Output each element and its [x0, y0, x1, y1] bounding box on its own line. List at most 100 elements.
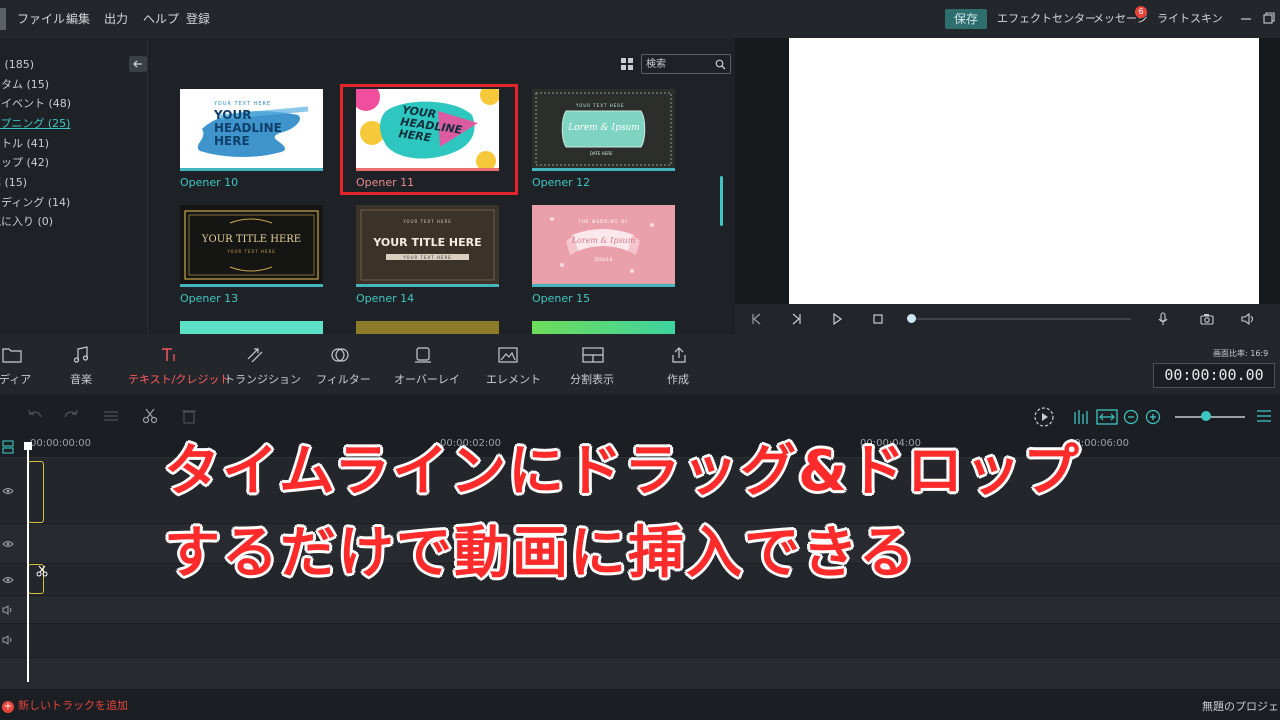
eye-icon[interactable]	[2, 486, 14, 496]
add-track-button[interactable]: + 新しいトラックを追加	[2, 697, 128, 713]
zoom-out-icon[interactable]	[1123, 409, 1139, 425]
selected-highlight-box	[340, 84, 518, 195]
opener-18-thumbnail[interactable]	[532, 321, 675, 334]
speaker-icon[interactable]	[2, 635, 14, 645]
tool-text-credits[interactable]: テキスト/クレジット	[126, 334, 230, 394]
scissors-icon[interactable]	[36, 565, 48, 577]
play-icon[interactable]	[830, 312, 844, 326]
opener-13-label[interactable]: Opener 13	[180, 292, 238, 305]
scissors-icon[interactable]	[142, 408, 158, 424]
speaker-icon[interactable]	[2, 605, 14, 615]
track-manager-icon[interactable]	[2, 440, 14, 454]
timeline-clip[interactable]	[28, 461, 44, 523]
category-subtitles[interactable]: 幕 (15)	[0, 174, 27, 190]
filter-icon	[331, 348, 349, 362]
search-box[interactable]	[641, 54, 731, 74]
text-icon	[162, 348, 175, 361]
title-library: て (185) スタム (15) 別イベント (48) ープニング (25) イ…	[0, 38, 735, 334]
effect-center-link[interactable]: エフェクトセンター	[997, 0, 1096, 38]
collapse-button[interactable]	[129, 56, 147, 72]
tool-create-label: 作成	[667, 373, 689, 386]
opener-15-label[interactable]: Opener 15	[532, 292, 590, 305]
tool-create[interactable]: 作成	[664, 334, 700, 394]
messages-badge: 6	[1135, 6, 1147, 18]
opener-13-underline	[180, 284, 323, 287]
trash-icon[interactable]	[181, 408, 197, 424]
tool-filters[interactable]: フィルター	[314, 334, 371, 394]
opener-12-sub-text: DATE HERE	[590, 151, 613, 156]
step-frame-icon[interactable]	[790, 312, 804, 326]
opener-15-headline: Lorem & Ipsum	[571, 236, 636, 245]
category-events[interactable]: 別イベント (48)	[0, 95, 71, 111]
volume-icon[interactable]	[1241, 312, 1255, 326]
plus-icon: +	[2, 701, 14, 713]
tool-transitions[interactable]: トランジション	[222, 334, 301, 394]
menu-export[interactable]: 出力	[104, 0, 128, 38]
search-input[interactable]	[646, 57, 710, 71]
playback-controls	[735, 304, 1280, 334]
menu-edit[interactable]: 編集	[66, 0, 90, 38]
menu-help[interactable]: ヘルプ	[143, 0, 179, 38]
empty-track-area[interactable]	[0, 658, 1280, 690]
zoom-slider-knob[interactable]	[1201, 411, 1211, 421]
adjust-icon[interactable]	[102, 408, 120, 424]
opener-10-thumbnail[interactable]: YOUR TEXT HERE YOUR HEADLINE HERE	[180, 89, 323, 171]
opener-16-thumbnail[interactable]	[180, 321, 323, 334]
audio-track-1[interactable]	[0, 596, 1280, 624]
minimize-icon[interactable]	[1240, 12, 1252, 24]
opener-12-thumbnail[interactable]: YOUR TEXT HERE Lorem & Ipsum DATE HERE	[532, 89, 675, 171]
opener-14-label[interactable]: Opener 14	[356, 292, 414, 305]
tool-media[interactable]: メディア	[0, 334, 40, 394]
tool-elements[interactable]: エレメント	[486, 334, 541, 394]
render-preview-icon[interactable]	[1033, 406, 1055, 428]
opener-14-thumbnail[interactable]: YOUR TEXT HERE YOUR TITLE HERE YOUR TEXT…	[356, 205, 499, 287]
playback-progress-track[interactable]	[911, 318, 1131, 320]
eye-icon[interactable]	[2, 575, 14, 585]
stop-icon[interactable]	[871, 312, 885, 326]
skip-back-icon[interactable]	[749, 312, 763, 326]
main-toolbar: メディア 音楽 テキスト/クレジット トランジション フィルター オーバーレイ …	[0, 334, 1280, 394]
light-skin-toggle[interactable]: ライトスキン	[1157, 0, 1223, 38]
category-titles[interactable]: イトル (41)	[0, 135, 49, 151]
playhead[interactable]	[27, 446, 29, 682]
undo-icon[interactable]	[26, 408, 44, 424]
category-ending[interactable]: ンディング (14)	[0, 194, 70, 210]
opener-13-thumbnail[interactable]: YOUR TITLE HERE YOUR TEXT HERE	[180, 205, 323, 287]
fit-timeline-icon[interactable]	[1096, 408, 1118, 426]
arrow-left-icon	[133, 60, 142, 68]
audio-track-2[interactable]	[0, 624, 1280, 658]
playback-progress-knob[interactable]	[907, 314, 916, 323]
save-button[interactable]: 保存	[945, 9, 987, 29]
folder-icon	[2, 348, 22, 363]
tool-split-screen[interactable]: 分割表示	[570, 334, 620, 394]
opener-17-thumbnail[interactable]	[356, 321, 499, 334]
opener-10-label[interactable]: Opener 10	[180, 176, 238, 189]
category-lower-thirds[interactable]: ロップ (42)	[0, 154, 49, 170]
eye-icon[interactable]	[2, 539, 14, 549]
ruler-tick-0: 00:00:00:00	[30, 438, 92, 449]
snapshot-icon[interactable]	[1200, 312, 1214, 326]
restore-icon[interactable]	[1263, 12, 1275, 24]
category-favorites[interactable]: 気に入り (0)	[0, 213, 53, 229]
opener-12-underline	[532, 168, 675, 171]
library-scrollbar[interactable]	[720, 176, 723, 226]
microphone-icon[interactable]	[1156, 312, 1170, 326]
zoom-in-icon[interactable]	[1145, 409, 1161, 425]
tool-music[interactable]: 音楽	[62, 334, 102, 394]
audio-mixer-icon[interactable]	[1072, 408, 1092, 426]
music-note-icon	[73, 346, 89, 363]
category-custom[interactable]: スタム (15)	[0, 76, 49, 92]
menu-file[interactable]: ファイル	[17, 0, 65, 38]
category-list: て (185) スタム (15) 別イベント (48) ープニング (25) イ…	[0, 38, 148, 334]
menu-list-icon[interactable]	[1256, 409, 1272, 423]
menu-register[interactable]: 登録	[186, 0, 210, 38]
grid-view-icon[interactable]	[621, 58, 633, 70]
opener-15-thumbnail[interactable]: THE WEDDING OF Lorem & Ipsum 2018.6.8	[532, 205, 675, 287]
tool-overlays[interactable]: オーバーレイ	[394, 334, 460, 394]
timecode-display: 00:00:00.00	[1153, 363, 1275, 388]
category-all[interactable]: て (185)	[0, 56, 34, 72]
category-opening[interactable]: ープニング (25)	[0, 115, 70, 131]
redo-icon[interactable]	[62, 408, 80, 424]
opener-12-label[interactable]: Opener 12	[532, 176, 590, 189]
search-icon[interactable]	[715, 59, 726, 70]
